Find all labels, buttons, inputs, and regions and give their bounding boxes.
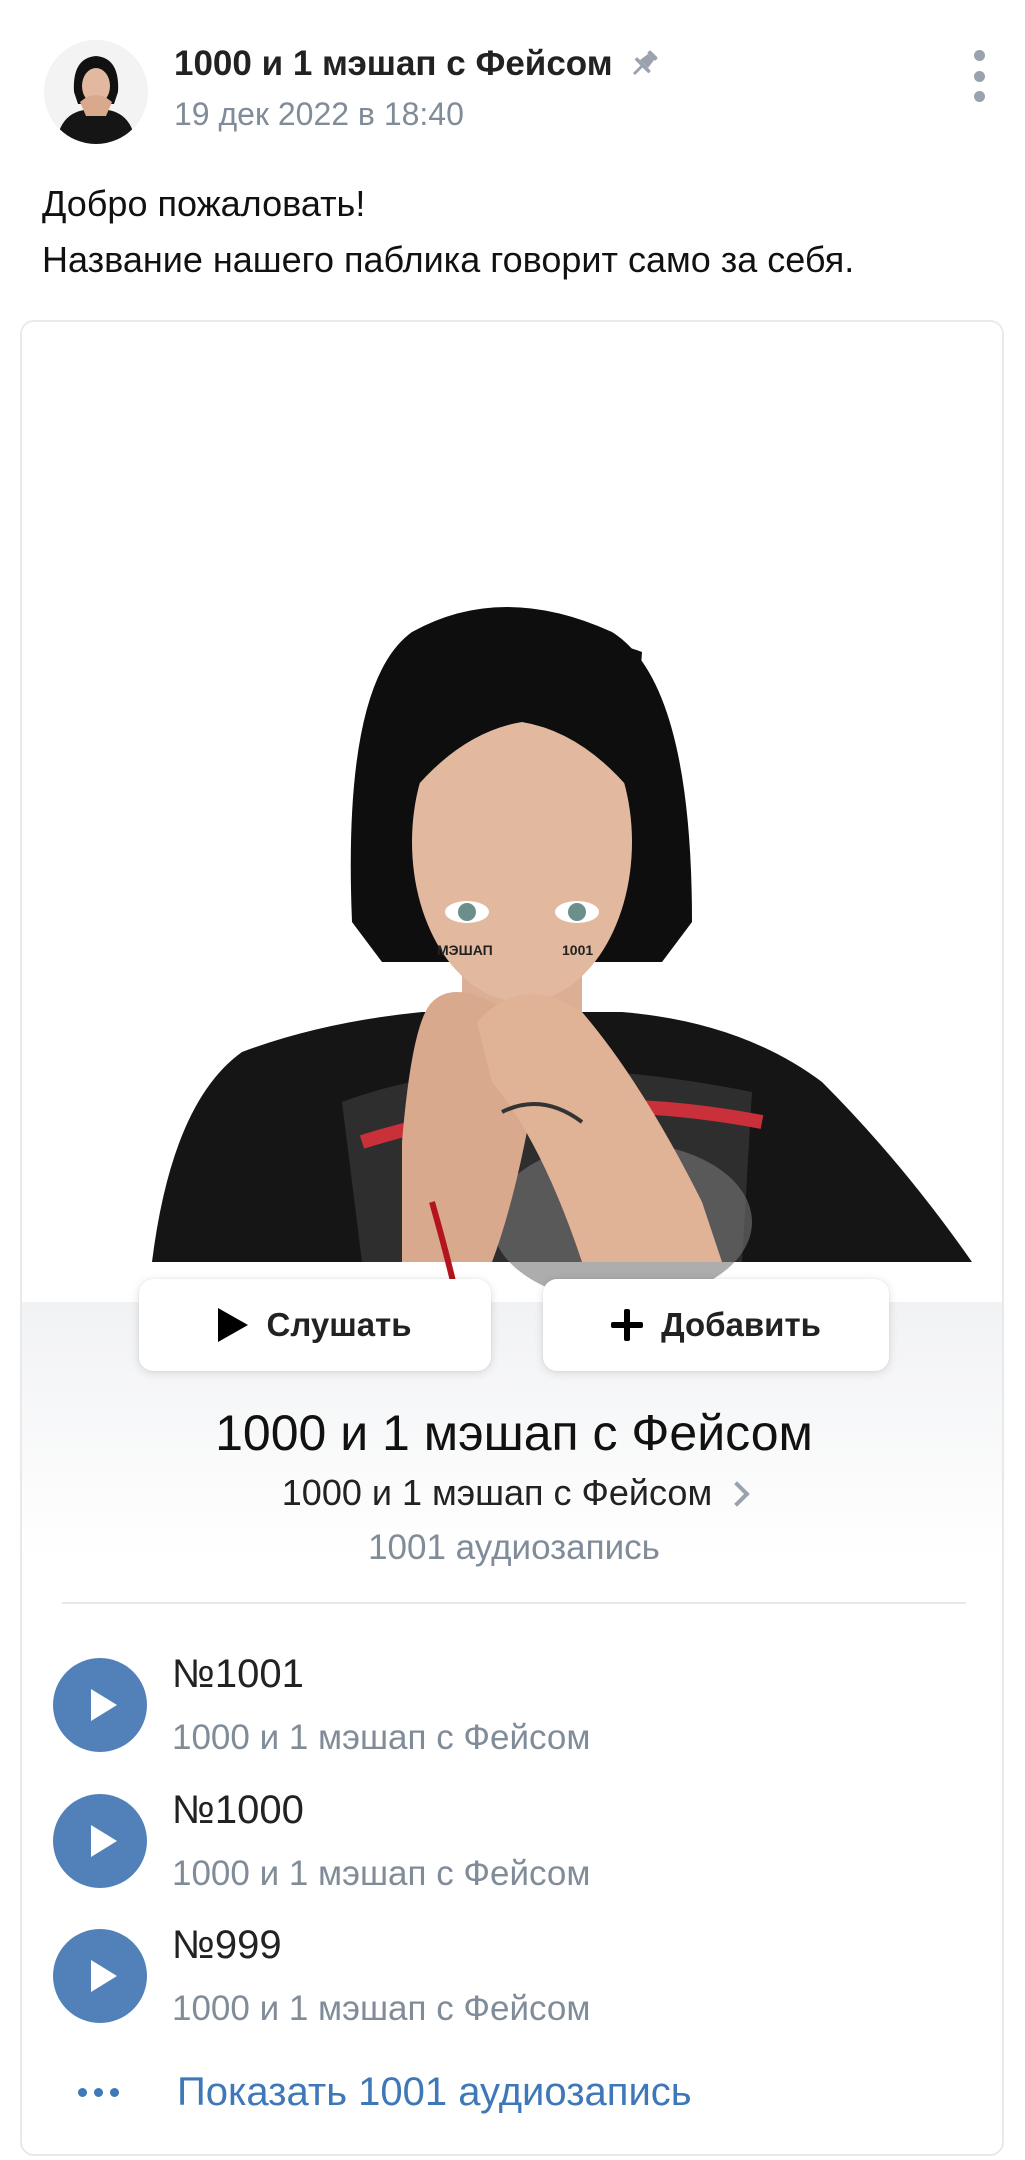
more-options-icon[interactable] [964, 50, 994, 102]
track-artist: 1000 и 1 мэшап с Фейсом [172, 1854, 591, 1893]
cover-face-text-left: МЭШАП [437, 942, 493, 958]
track-play-icon[interactable] [53, 1658, 147, 1752]
playlist-card: МЭШАП 1001 Слушать Добавить 1000 и 1 мэш… [20, 320, 1004, 2156]
post-text-line: Название нашего паблика говорит само за … [42, 239, 855, 280]
track-artist: 1000 и 1 мэшап с Фейсом [172, 1718, 591, 1757]
post-text-line: Добро пожаловать! [42, 183, 366, 224]
playlist-owner: 1000 и 1 мэшап с Фейсом [281, 1472, 713, 1513]
playlist-cover-image: МЭШАП 1001 [22, 322, 1002, 1302]
author-avatar[interactable] [44, 40, 148, 144]
track-row[interactable]: №1001 1000 и 1 мэшап с Фейсом [22, 1652, 1002, 1772]
track-row[interactable]: №999 1000 и 1 мэшап с Фейсом [22, 1923, 1002, 2043]
cover-face-text-right: 1001 [562, 942, 593, 958]
pin-icon [632, 50, 658, 76]
track-title: №1000 [172, 1788, 304, 1832]
post-text: Добро пожаловать! Название нашего паблик… [42, 176, 992, 288]
post-date[interactable]: 19 дек 2022 в 18:40 [174, 96, 464, 133]
track-play-icon[interactable] [53, 1929, 147, 2023]
divider [62, 1602, 966, 1604]
avatar-image [44, 40, 148, 144]
playlist-cover[interactable]: МЭШАП 1001 [22, 322, 1002, 1302]
track-row[interactable]: №1000 1000 и 1 мэшап с Фейсом [22, 1788, 1002, 1908]
show-all-tracks-link[interactable]: Показать 1001 аудиозапись [78, 2070, 692, 2115]
track-title: №999 [172, 1923, 282, 1967]
listen-button[interactable]: Слушать [139, 1279, 491, 1371]
post-author[interactable]: 1000 и 1 мэшап с Фейсом [174, 44, 661, 84]
playlist-title[interactable]: 1000 и 1 мэшап с Фейсом [22, 1404, 1002, 1462]
post-header: 1000 и 1 мэшап с Фейсом 19 дек 2022 в 18… [44, 40, 994, 150]
add-button-label: Добавить [661, 1306, 821, 1343]
post-author-name[interactable]: 1000 и 1 мэшап с Фейсом [174, 44, 613, 84]
playlist-owner-link[interactable]: 1000 и 1 мэшап с Фейсом [22, 1472, 1002, 1514]
add-button[interactable]: Добавить [543, 1279, 889, 1371]
playlist-count: 1001 аудиозапись [368, 1528, 660, 1567]
plus-icon [611, 1309, 644, 1341]
track-title: №1001 [172, 1652, 304, 1696]
listen-button-label: Слушать [266, 1306, 412, 1343]
show-all-tracks-label: Показать 1001 аудиозапись [177, 2070, 692, 2114]
more-dots-icon [78, 2088, 119, 2097]
track-artist: 1000 и 1 мэшап с Фейсом [172, 1989, 591, 2028]
play-icon [218, 1308, 249, 1342]
track-play-icon[interactable] [53, 1794, 147, 1888]
chevron-right-icon [724, 1481, 750, 1507]
